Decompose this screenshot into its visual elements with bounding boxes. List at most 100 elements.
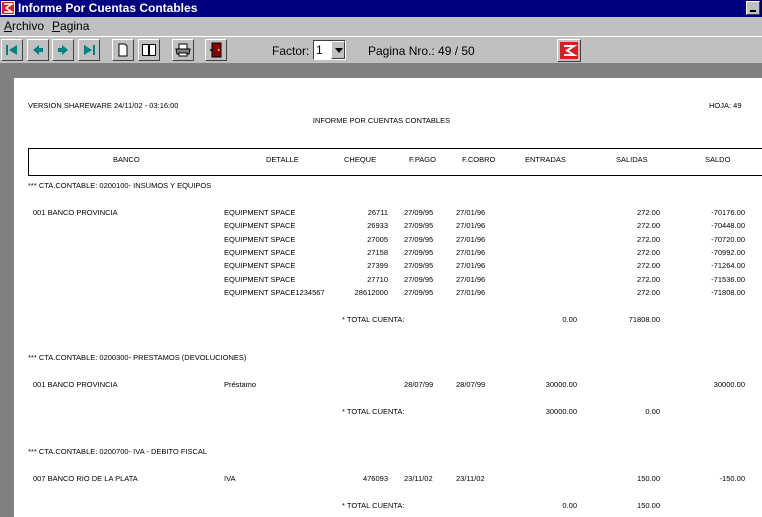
total-entradas: 0.00 xyxy=(562,501,577,510)
col-fpago: F.PAGO xyxy=(409,155,436,164)
row-fpago: 27/09/95 xyxy=(404,208,434,217)
row-fcobro: 27/01/96 xyxy=(456,208,486,217)
total-entradas: 0.00 xyxy=(562,314,577,324)
col-cheque: CHEQUE xyxy=(344,155,377,164)
row-saldo: -70448.00 xyxy=(711,221,745,231)
row-salidas: 272.00 xyxy=(637,221,660,231)
total-salidas: 71808.00 xyxy=(628,314,660,324)
row-saldo: -70176.00 xyxy=(711,208,745,217)
exit-door-icon xyxy=(210,42,222,58)
row-salidas: 272.00 xyxy=(637,208,660,217)
logo-icon xyxy=(560,42,578,59)
row-fpago: 27/09/95 xyxy=(404,261,434,271)
factor-label: Factor: xyxy=(272,44,310,58)
row-detalle: Préstamo xyxy=(224,380,257,389)
two-pages-icon xyxy=(142,44,156,56)
row-fcobro: 27/01/96 xyxy=(456,234,486,244)
row-detalle: EQUIPMENT SPACE1234567 xyxy=(224,287,325,297)
menu-pagina[interactable]: Pagina xyxy=(52,19,89,33)
row-detalle: EQUIPMENT SPACE xyxy=(224,274,296,284)
bank-name: 001 BANCO PROVINCIA xyxy=(33,208,118,217)
account-heading: *** CTA.CONTABLE: 0200700- IVA - DEBITO … xyxy=(28,447,208,456)
row-fcobro: 27/01/96 xyxy=(456,221,486,231)
factor-select[interactable]: 1 xyxy=(313,40,346,60)
total-label: * TOTAL CUENTA: xyxy=(342,407,405,416)
exit-button[interactable] xyxy=(205,39,227,61)
two-pages-button[interactable] xyxy=(138,39,160,61)
report-viewport[interactable]: VERSION SHAREWARE 24/11/02 - 03:16:00 IN… xyxy=(0,64,762,517)
row-fcobro: 27/01/96 xyxy=(456,287,486,297)
row-cheque: 27005 xyxy=(367,234,388,244)
next-page-icon xyxy=(58,45,68,55)
first-page-button[interactable] xyxy=(1,39,23,61)
factor-value: 1 xyxy=(316,43,323,57)
row-fcobro: 27/01/96 xyxy=(456,261,486,271)
row-fpago: 27/09/95 xyxy=(404,221,434,231)
account-heading: *** CTA.CONTABLE: 0200100- INSUMOS Y EQU… xyxy=(28,181,212,190)
row-fpago: 27/09/95 xyxy=(404,234,434,244)
total-label: * TOTAL CUENTA: xyxy=(342,501,405,510)
col-salidas: SALIDAS xyxy=(616,155,648,164)
app-logo-icon xyxy=(1,1,15,15)
row-fpago: 28/07/99 xyxy=(404,380,434,389)
window-title: Informe Por Cuentas Contables xyxy=(18,1,198,15)
menu-archivo[interactable]: Archivo xyxy=(4,19,44,33)
row-fcobro: 27/01/96 xyxy=(456,274,486,284)
single-page-icon xyxy=(118,43,128,57)
print-button[interactable] xyxy=(172,39,194,61)
col-entradas: ENTRADAS xyxy=(525,155,566,164)
row-fcobro: 23/11/02 xyxy=(456,474,485,483)
row-fpago: 27/09/95 xyxy=(404,287,434,297)
row-detalle: IVA xyxy=(224,474,236,483)
sheet-number: HOJA: 49 xyxy=(709,101,742,110)
row-fpago: 27/09/95 xyxy=(404,274,434,284)
bank-name: 007 BANCO RIO DE LA PLATA xyxy=(33,474,138,483)
row-detalle: EQUIPMENT SPACE xyxy=(224,247,296,257)
col-detalle: DETALLE xyxy=(266,155,299,164)
row-detalle: EQUIPMENT SPACE xyxy=(224,234,296,244)
prev-page-icon xyxy=(33,45,43,55)
printer-icon xyxy=(175,43,191,57)
row-saldo: -150.00 xyxy=(719,474,745,483)
row-detalle: EQUIPMENT SPACE xyxy=(224,208,296,217)
row-cheque: 26933 xyxy=(367,221,388,231)
row-saldo: -70992.00 xyxy=(711,247,745,257)
row-saldo: -71264.00 xyxy=(711,261,745,271)
col-fcobro: F.COBRO xyxy=(462,155,496,164)
account-heading: *** CTA.CONTABLE: 0200300- PRESTAMOS (DE… xyxy=(28,353,247,362)
row-fcobro: 28/07/99 xyxy=(456,380,486,389)
row-saldo: -71536.00 xyxy=(711,274,745,284)
next-page-button[interactable] xyxy=(52,39,74,61)
first-page-icon xyxy=(6,45,17,55)
report-page: VERSION SHAREWARE 24/11/02 - 03:16:00 IN… xyxy=(14,78,762,517)
row-cheque: 27158 xyxy=(367,247,388,257)
bank-name: 001 BANCO PROVINCIA xyxy=(33,380,118,389)
last-page-icon xyxy=(84,45,95,55)
total-entradas: 30000.00 xyxy=(545,407,577,416)
row-cheque: 27710 xyxy=(367,274,388,284)
row-saldo: -70720.00 xyxy=(711,234,745,244)
menu-bar: Archivo Pagina xyxy=(0,17,762,36)
row-salidas: 272.00 xyxy=(637,247,660,257)
row-salidas: 272.00 xyxy=(637,261,660,271)
title-bar: Informe Por Cuentas Contables xyxy=(0,0,762,17)
chevron-down-icon[interactable] xyxy=(331,41,345,59)
report-title: INFORME POR CUENTAS CONTABLES xyxy=(312,116,451,125)
row-detalle: EQUIPMENT SPACE xyxy=(224,261,296,271)
row-salidas: 272.00 xyxy=(637,234,660,244)
total-salidas: 150.00 xyxy=(637,501,660,510)
col-banco: BANCO xyxy=(113,155,140,164)
row-fpago: 27/09/95 xyxy=(404,247,434,257)
row-salidas: 272.00 xyxy=(637,287,660,297)
total-salidas: 0.00 xyxy=(645,407,660,416)
single-page-button[interactable] xyxy=(112,39,134,61)
row-fcobro: 27/01/96 xyxy=(456,247,486,257)
row-cheque: 27399 xyxy=(367,261,388,271)
row-salidas: 272.00 xyxy=(637,274,660,284)
row-cheque: 26711 xyxy=(367,208,388,217)
row-cheque: 28612000 xyxy=(354,287,388,297)
logo-button[interactable] xyxy=(557,39,581,62)
prev-page-button[interactable] xyxy=(27,39,49,61)
last-page-button[interactable] xyxy=(78,39,100,61)
minimize-button[interactable] xyxy=(746,1,760,15)
